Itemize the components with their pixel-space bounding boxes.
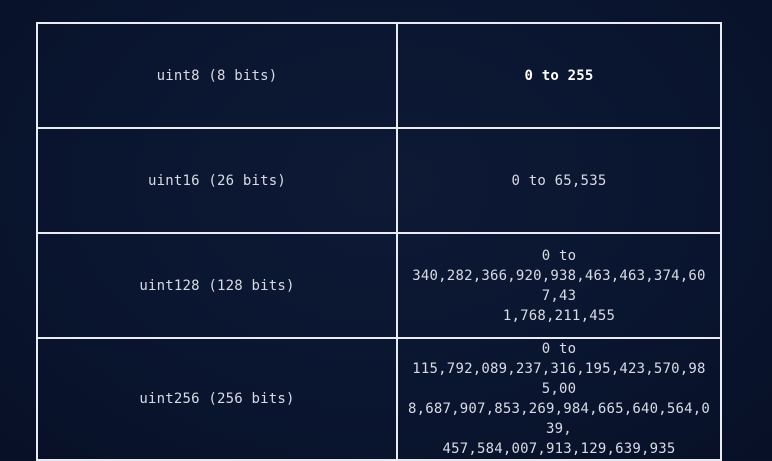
type-label: uint128 (128 bits): [139, 277, 295, 294]
range-cell: 0 to 340,282,366,920,938,463,463,374,607…: [396, 232, 722, 339]
table-row: uint256 (256 bits) 0 to 115,792,089,237,…: [36, 337, 722, 461]
range-label: 0 to 255: [524, 67, 594, 84]
table-row: uint8 (8 bits) 0 to 255: [36, 22, 722, 129]
type-cell: uint16 (26 bits): [36, 127, 398, 234]
range-cell: 0 to 65,535: [396, 127, 722, 234]
table-row: uint16 (26 bits) 0 to 65,535: [36, 127, 722, 234]
range-label: 0 to 340,282,366,920,938,463,463,374,607…: [412, 247, 706, 324]
type-label: uint16 (26 bits): [147, 172, 287, 189]
type-label: uint256 (256 bits): [139, 391, 295, 407]
table-row: uint128 (128 bits) 0 to 340,282,366,920,…: [36, 232, 722, 339]
uint-range-table: uint8 (8 bits) 0 to 255 uint16 (26 bits)…: [36, 22, 722, 461]
range-label: 0 to 115,792,089,237,316,195,423,570,985…: [407, 341, 710, 457]
type-cell: uint256 (256 bits): [36, 337, 398, 461]
range-cell: 0 to 255: [396, 22, 722, 129]
type-cell: uint8 (8 bits): [36, 22, 398, 129]
type-cell: uint128 (128 bits): [36, 232, 398, 339]
range-cell: 0 to 115,792,089,237,316,195,423,570,985…: [396, 337, 722, 461]
type-label: uint8 (8 bits): [156, 67, 278, 84]
range-label: 0 to 65,535: [511, 172, 607, 189]
slide: uint8 (8 bits) 0 to 255 uint16 (26 bits)…: [0, 0, 772, 461]
